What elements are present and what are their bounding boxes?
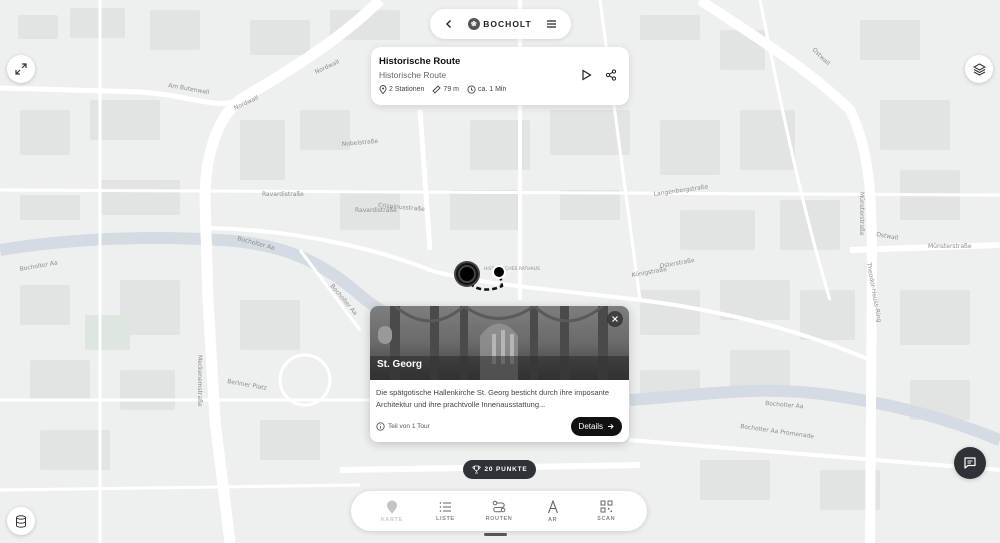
map-label: Ravardistraße — [262, 191, 304, 198]
park-area — [85, 315, 130, 350]
nav-label: ROUTEN — [485, 516, 513, 522]
nav-item-scan[interactable]: SCAN — [584, 500, 628, 522]
qr-scan-icon — [600, 500, 613, 513]
poi-title: St. Georg — [377, 359, 423, 370]
location-pin-icon — [379, 85, 387, 94]
home-indicator — [484, 533, 507, 536]
start-route-button[interactable] — [581, 69, 592, 81]
map-label: Münsterstraße — [858, 192, 865, 236]
poi-tour-label: Teil von 1 Tour — [388, 423, 430, 430]
nav-item-routen[interactable]: ROUTEN — [477, 500, 521, 522]
nav-item-karte[interactable]: KARTE — [370, 500, 414, 523]
map-label: Münsterstraße — [928, 243, 972, 250]
share-route-button[interactable] — [605, 69, 617, 81]
route-actions — [581, 69, 617, 81]
ar-icon — [547, 499, 558, 513]
database-icon — [16, 514, 26, 528]
poi-card[interactable]: St. Georg Die spätgotische Hallenkirche … — [370, 306, 629, 442]
route-icon — [492, 500, 506, 513]
station-marker[interactable] — [492, 265, 506, 279]
share-icon — [605, 69, 617, 81]
back-button[interactable] — [444, 19, 454, 29]
city-crest-icon: ❀ — [468, 18, 481, 30]
nav-label: LISTE — [436, 515, 455, 522]
info-icon — [376, 422, 385, 431]
header-bar: ❀ BOCHOLT — [430, 9, 571, 39]
close-icon — [612, 316, 618, 322]
brand-logo[interactable]: ❀ BOCHOLT — [468, 18, 531, 30]
list-icon — [439, 501, 451, 512]
poi-tour-info: Teil von 1 Tour — [376, 422, 430, 431]
fullscreen-button[interactable] — [7, 55, 35, 83]
points-badge[interactable]: 20 PUNKTE — [463, 460, 536, 479]
station-marker-active[interactable] — [454, 261, 480, 287]
map-label: Meckenemstraße — [196, 355, 203, 407]
route-duration: ca. 1 Min — [477, 86, 507, 93]
nav-label: SCAN — [597, 516, 616, 522]
map-layers-button[interactable] — [965, 55, 993, 83]
chevron-left-icon — [446, 20, 451, 28]
play-icon — [582, 69, 592, 81]
trophy-icon — [472, 465, 480, 474]
close-button[interactable] — [607, 311, 623, 327]
nav-label: KARTE — [380, 516, 403, 523]
route-title: Historische Route — [379, 56, 461, 67]
points-label: 20 PUNKTE — [484, 466, 528, 473]
arrow-right-icon — [608, 423, 614, 430]
nav-label: AR — [548, 516, 558, 523]
ruler-icon — [432, 85, 442, 94]
clock-icon — [467, 85, 476, 94]
poi-image: St. Georg — [370, 306, 629, 380]
menu-button[interactable] — [546, 19, 557, 29]
hamburger-menu-icon — [547, 20, 556, 28]
nav-item-ar[interactable]: AR — [531, 499, 575, 523]
map-pin-icon — [386, 500, 397, 513]
poi-footer: Teil von 1 Tour Details — [376, 417, 622, 436]
expand-icon — [15, 63, 27, 75]
route-info-card[interactable]: Historische Route Historische Route 2 St… — [371, 47, 629, 105]
route-meta: 2 Stationen 79 m ca. 1 Min — [379, 85, 621, 94]
data-sources-button[interactable] — [7, 507, 35, 535]
layers-icon — [972, 62, 986, 76]
chat-button[interactable] — [954, 447, 986, 479]
details-button[interactable]: Details — [570, 417, 622, 436]
chat-bubble-icon — [964, 457, 976, 469]
bottom-navigation: KARTE LISTE ROUTEN AR SCAN — [351, 491, 647, 531]
brand-name: BOCHOLT — [483, 19, 532, 29]
route-distance: 79 m — [443, 86, 459, 93]
nav-item-liste[interactable]: LISTE — [423, 501, 467, 522]
route-stations: 2 Stationen — [389, 86, 425, 93]
details-label: Details — [578, 422, 603, 431]
poi-description: Die spätgotische Hallenkirche St. Georg … — [376, 388, 610, 409]
